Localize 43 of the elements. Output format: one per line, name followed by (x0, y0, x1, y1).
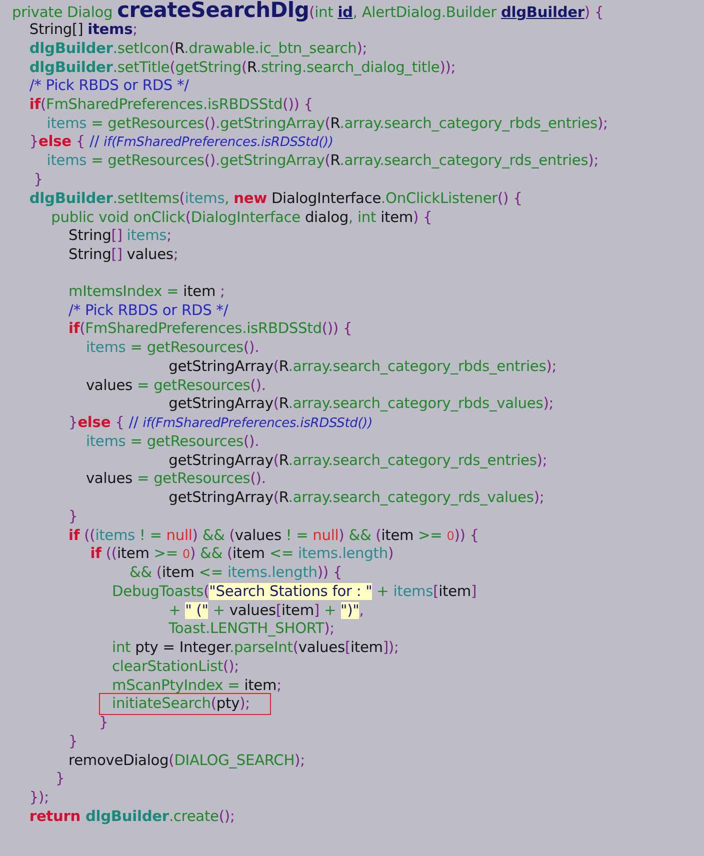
code-line: items = getResources(). (86, 432, 260, 451)
code-line: String[] items; (29, 21, 138, 40)
code-line: }else { // if(FmSharedPreferences.isRDSStd()) (68, 414, 373, 433)
code-line: mScanPtyIndex = item; (112, 676, 282, 695)
code-line: DebugToasts("Search Stations for : " + items[item] (112, 582, 477, 601)
code-line: dlgBuilder.setIcon(R.drawable.ic_btn_search); (29, 40, 368, 58)
code-line: Toast.LENGTH_SHORT); (168, 620, 334, 638)
code-line: } (34, 171, 43, 190)
code-line: } (56, 770, 65, 788)
code-line: initiateSearch(pty); (100, 694, 270, 714)
code-line: return dlgBuilder.create(); (29, 808, 235, 826)
code-line: items = getResources().getStringArray(R.array.search_category_rbds_entries); (46, 114, 608, 133)
code-line: }); (29, 789, 49, 808)
code-line: && (item <= items.length)) { (129, 564, 342, 582)
code-line: }else { // if(FmSharedPreferences.isRDSStd()) (29, 133, 334, 152)
code-line: dlgBuilder.setItems(items, new DialogInterface.OnClickListener() { (29, 190, 522, 208)
code-line: /* Pick RBDS or RDS */ (29, 77, 189, 96)
code-line: dlgBuilder.setTitle(getString(R.string.search_dialog_title)); (29, 58, 456, 77)
code-line: removeDialog(DIALOG_SEARCH); (68, 752, 305, 770)
code-line: values = getResources(). (86, 376, 266, 395)
code-line: values = getResources(). (86, 470, 266, 488)
code-line: clearStationList(); (112, 658, 239, 676)
code-line: if(FmSharedPreferences.isRBDSStd()) { (29, 96, 313, 114)
code-line: if ((item >= 0) && (item <= items.length) (90, 545, 394, 564)
code-line: + " (" + values[item] + ")", (168, 602, 364, 620)
code-line: getStringArray(R.array.search_category_rbds_entries); (168, 358, 556, 376)
code-line: getStringArray(R.array.search_category_rbds_values); (168, 395, 554, 414)
code-line: items = getResources().getStringArray(R.array.search_category_rds_entries); (46, 152, 598, 170)
code-line: String[] items; (68, 227, 172, 246)
code-line: getStringArray(R.array.search_category_rds_entries); (168, 452, 548, 470)
code-line: } (68, 732, 78, 751)
code-line: mItemsIndex = item ; (68, 282, 225, 301)
code-line: items = getResources(). (86, 339, 260, 358)
code-line: /* Pick RBDS or RDS */ (68, 302, 228, 320)
code-line: getStringArray(R.array.search_category_rds_values); (168, 489, 544, 508)
code-line: } (99, 714, 108, 732)
code-line: private Dialog createSearchDlg(int id, AlertDialog.Builder dlgBuilder) { (12, 0, 604, 22)
code-line: int pty = Integer.parseInt(values[item]); (112, 639, 399, 658)
code-line: } (68, 508, 78, 526)
code-line: if ((items ! = null) && (values ! = null) && (item >= 0)) { (68, 526, 479, 545)
code-line: String[] values; (68, 246, 178, 264)
code-line: if(FmSharedPreferences.isRBDSStd()) { (68, 320, 352, 338)
code-line: public void onClick(DialogInterface dialog, int item) { (51, 208, 432, 227)
